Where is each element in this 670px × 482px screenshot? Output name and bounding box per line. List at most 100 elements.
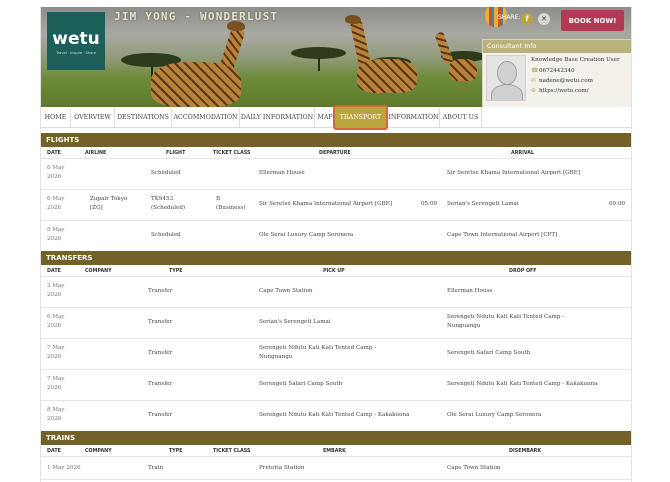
transfer-pickup: Serengeti Ndutu Kati Kati Tented Camp - … (259, 412, 410, 418)
flight-date: 8 May 2026 (47, 227, 65, 242)
globe-icon: ⊕ (531, 87, 537, 94)
nav-overview[interactable]: OVERVIEW (71, 108, 115, 127)
consultant-phone: 0672442340 (539, 68, 575, 74)
transfer-type: Transfer (148, 350, 173, 356)
consultant-info-panel: Consultant Info Knowledge Base Creation … (482, 39, 631, 107)
col-date: DATE (47, 269, 61, 274)
flights-heading: FLIGHTS (41, 133, 631, 147)
table-row: 7 May 2026 Transfer Serengeti Safari Cam… (41, 370, 631, 401)
giraffe (349, 20, 371, 67)
col-type: TYPE (169, 449, 183, 454)
flight-arrival: Cape Town International Airport [CPT] (447, 232, 558, 238)
consultant-email: nadene@wetu.com (539, 78, 593, 84)
transfer-dropoff: Ellerman House (447, 288, 493, 294)
nav-destinations[interactable]: DESTINATIONS (115, 108, 172, 127)
transfer-type: Transfer (148, 412, 173, 418)
table-row: 6 May 2026 Transfer Serian's Serengeti L… (41, 308, 631, 339)
transfer-pickup: Serengeti Safari Camp South (259, 381, 343, 387)
transfer-date: 7 May 2026 (47, 376, 65, 391)
transfer-date: 6 May 2026 (47, 314, 65, 329)
transfer-date: 8 May 2026 (47, 407, 65, 422)
flight-departure: Sir Seretse Khama International Airport … (259, 201, 393, 207)
avatar (486, 55, 526, 101)
facebook-icon[interactable]: f (521, 13, 533, 25)
transfer-type: Transfer (148, 288, 173, 294)
transfer-pickup: Serian's Serengeti Lamai (259, 319, 331, 325)
book-now-button[interactable]: BOOK NOW! (561, 10, 624, 31)
col-ticket-class: TICKET CLASS (213, 151, 251, 156)
consultant-phone-row[interactable]: ☎0672442340 (531, 67, 575, 74)
col-airline: AIRLINE (85, 151, 107, 156)
flight-arrival: Sir Seretse Khama International Airport … (447, 170, 581, 176)
col-disembark: DISEMBARK (509, 449, 542, 454)
col-company: COMPANY (85, 449, 112, 454)
train-embark: Pretoria Station (259, 465, 305, 471)
flight-ticket-class: B (Business) (216, 196, 246, 211)
trains-table-header: DATE COMPANY TYPE TICKET CLASS EMBARK DI… (41, 446, 631, 457)
table-row: 1 May 2026 Train Pretoria Station Cape T… (41, 457, 631, 480)
transfer-pickup: Serengeti Ndutu Kati Kati Tented Camp - … (259, 345, 377, 360)
transfer-pickup: Cape Town Station (259, 288, 313, 294)
transfer-type: Transfer (148, 381, 173, 387)
flight-date: 6 May 2026 (47, 196, 65, 211)
transfer-type: Transfer (148, 319, 173, 325)
col-arrival: ARRIVAL (511, 151, 535, 156)
transfer-dropoff: Serengeti Ndutu Kati Kati Tented Camp - … (447, 314, 565, 329)
flight-departure: Ole Serai Luxury Camp Seronera (259, 232, 354, 238)
train-disembark: Cape Town Station (447, 465, 501, 471)
flight-arrival: Serian's Serengeti Lamai (447, 201, 519, 207)
logo-tagline: Travel · Inspire · Share (55, 51, 96, 55)
table-row: 3 May 2026 Transfer Cape Town Station El… (41, 277, 631, 308)
nav-information[interactable]: INFORMATION (388, 108, 440, 127)
nav-transport[interactable]: TRANSPORT (333, 105, 388, 130)
col-pick-up: PICK UP (323, 269, 345, 274)
consultant-website-row[interactable]: ⊕ https://wetu.com/ (531, 87, 589, 94)
col-flight: FLIGHT (166, 151, 186, 156)
transfer-dropoff: Serengeti Ndutu Kati Kati Tented Camp - … (447, 381, 598, 387)
col-departure: DEPARTURE (319, 151, 351, 156)
transfer-date: 3 May 2026 (47, 283, 65, 298)
col-company: COMPANY (85, 269, 112, 274)
nav-about-us[interactable]: ABOUT US (440, 108, 482, 127)
transfer-date: 7 May 2026 (47, 345, 65, 360)
table-row: 6 May 2026 Zupair Tokyo [ZG] TK9453 (Sch… (41, 190, 631, 221)
nav-home[interactable]: HOME (41, 108, 71, 127)
nav-daily-information[interactable]: DAILY INFORMATION (240, 108, 315, 127)
flight-date: 6 May 2026 (47, 165, 65, 180)
logo-text: wetu (52, 29, 100, 49)
flight-number: Scheduled (151, 170, 181, 176)
col-date: DATE (47, 449, 61, 454)
hero-banner: wetu Travel · Inspire · Share JIM YONG -… (41, 7, 631, 107)
itinerary-page: wetu Travel · Inspire · Share JIM YONG -… (40, 7, 632, 482)
giraffe (434, 31, 454, 65)
main-nav: HOME OVERVIEW DESTINATIONS ACCOMMODATION… (41, 105, 631, 130)
share-label: SHARE: (498, 14, 521, 21)
col-embark: EMBARK (323, 449, 346, 454)
trains-heading: TRAINS (41, 431, 631, 445)
table-row: 8 May 2026 Transfer Serengeti Ndutu Kati… (41, 401, 631, 432)
table-row: 8 May 2026 Scheduled Ole Serai Luxury Ca… (41, 221, 631, 252)
table-row: 6 May 2026 Scheduled Ellerman House Sir … (41, 159, 631, 190)
flight-departure-time: 05:00 (421, 201, 438, 207)
flight-number: Scheduled (151, 232, 181, 238)
consultant-email-row[interactable]: ✉ nadene@wetu.com (531, 77, 593, 84)
x-icon[interactable]: ✕ (538, 13, 550, 25)
train-type: Train (148, 465, 164, 471)
flights-table-header: DATE AIRLINE FLIGHT TICKET CLASS DEPARTU… (41, 148, 631, 159)
flight-airline: Zupair Tokyo [ZG] (90, 196, 128, 211)
col-type: TYPE (169, 269, 183, 274)
col-ticket-class: TICKET CLASS (213, 449, 251, 454)
transfer-dropoff: Ole Serai Luxury Camp Seronera (447, 412, 542, 418)
trip-title: JIM YONG - WONDERLUST (114, 10, 279, 23)
consultant-name: Knowledge Base Creation User (531, 57, 620, 63)
wetu-logo[interactable]: wetu Travel · Inspire · Share (47, 12, 105, 70)
phone-icon: ☎ (531, 67, 539, 74)
transfers-table-header: DATE COMPANY TYPE PICK UP DROP OFF (41, 266, 631, 277)
flight-departure: Ellerman House (259, 170, 305, 176)
nav-accommodation[interactable]: ACCOMMODATION (172, 108, 240, 127)
table-row: 7 May 2026 Transfer Serengeti Ndutu Kati… (41, 339, 631, 370)
consultant-heading: Consultant Info (483, 40, 631, 53)
mail-icon: ✉ (531, 77, 537, 84)
flight-number: TK9453 (Scheduled) (151, 196, 186, 211)
transfer-dropoff: Serengeti Safari Camp South (447, 350, 531, 356)
